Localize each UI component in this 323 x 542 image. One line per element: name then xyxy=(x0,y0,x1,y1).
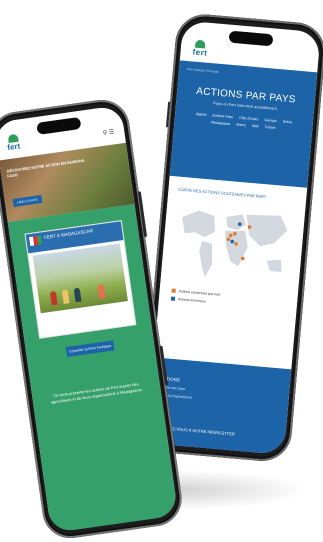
person-figure xyxy=(97,284,106,299)
hero-section: Fert / Actions / Par pays ACTIONS PAR PA… xyxy=(169,60,318,188)
country-tabs: Algérie Burkina Faso Côte d'Ivoire Géorg… xyxy=(182,111,304,133)
person-figure xyxy=(61,289,70,304)
map-card: CARTE DES ACTIONS SOUTENUES PAR FERT Act… xyxy=(153,175,308,370)
discover-button[interactable]: Consulter la fiche Fert/pays xyxy=(65,340,115,357)
tab-country[interactable]: Burkina Faso xyxy=(212,113,233,119)
card-photo xyxy=(32,243,128,314)
breadcrumb[interactable]: Fert / Actions / Par pays xyxy=(187,67,309,82)
tab-country[interactable]: Grèce xyxy=(283,120,293,125)
world-map[interactable] xyxy=(170,195,295,295)
legend-swatch xyxy=(171,288,176,293)
legend-label: Actions terminées xyxy=(177,297,206,304)
tab-country[interactable]: Maroc xyxy=(236,123,246,128)
menu-icon[interactable]: ☰ xyxy=(109,129,115,136)
front-phone-screen: fert ⚲ ☰ DÉCOUVREZ NOTRE ACTION EN BURKI… xyxy=(0,105,179,533)
person-figure xyxy=(73,287,82,303)
tab-country[interactable]: Madagascar xyxy=(211,120,231,126)
wave-footer xyxy=(50,511,179,533)
body-text: Ce texte présente les actions de Fert au… xyxy=(50,381,144,405)
volume-button xyxy=(165,101,171,128)
card-title: FERT À MADAGASCAR xyxy=(43,228,94,240)
brand-logo[interactable]: fert xyxy=(192,47,208,57)
header-icons: ⚲ ☰ xyxy=(102,128,115,137)
tab-country[interactable]: Mali xyxy=(252,124,259,129)
map-legend: Actions soutenues par Fert Actions termi… xyxy=(170,288,221,309)
legend-item: Actions soutenues par Fert xyxy=(171,288,221,297)
search-icon[interactable]: ⚲ xyxy=(103,130,108,137)
country-card[interactable]: FERT À MADAGASCAR xyxy=(24,220,137,339)
back-phone-screen: fert Fert / Actions / Par pays ACTIONS P… xyxy=(146,20,321,455)
legend-label: Actions soutenues par Fert xyxy=(178,289,221,297)
green-section: FERT À MADAGASCAR Consulter la fiche Fer… xyxy=(7,204,179,533)
tab-country[interactable]: Géorgie xyxy=(264,118,277,123)
power-button xyxy=(137,191,148,238)
tab-country[interactable]: Côte d'Ivoire xyxy=(239,116,259,122)
banner-button[interactable]: LIRE LA SUITE xyxy=(12,195,43,207)
legend-item: Actions terminées xyxy=(170,296,220,304)
legend-swatch xyxy=(170,296,176,301)
flag-icon xyxy=(29,235,43,247)
person-figure xyxy=(49,290,58,306)
brand-logo[interactable]: fert xyxy=(7,142,21,153)
tab-country[interactable]: Tunisie xyxy=(264,125,275,130)
banner-text: DÉCOUVREZ NOTRE ACTION EN BURKINA FASO xyxy=(6,158,85,179)
tab-country[interactable]: Algérie xyxy=(195,112,206,117)
newsletter-heading[interactable]: ABONNEZ-VOUS À NOTRE NEWSLETTER xyxy=(156,425,278,441)
